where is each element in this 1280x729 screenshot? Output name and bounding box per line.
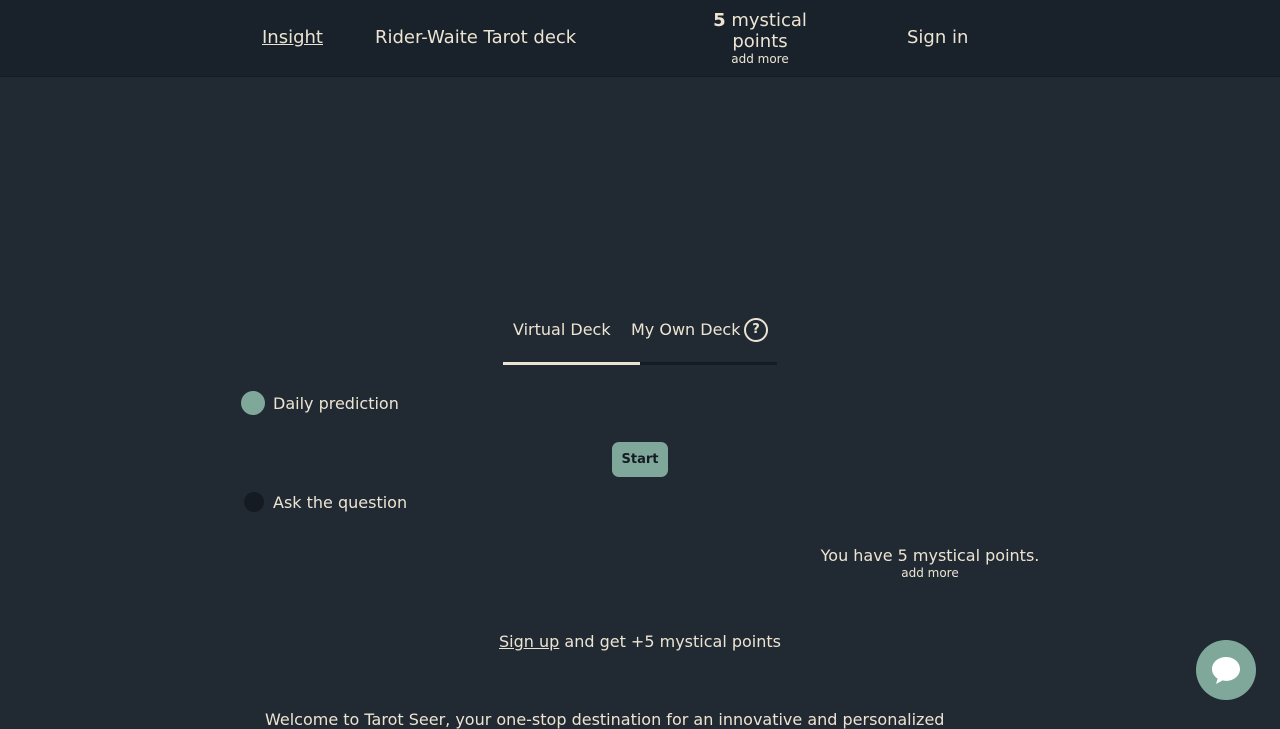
option-daily-prediction[interactable]: Daily prediction <box>241 391 399 415</box>
points-count: 5 <box>713 10 726 31</box>
start-button[interactable]: Start <box>612 442 668 477</box>
tab-active-indicator <box>503 362 640 365</box>
points-counter: 5 mystical points add more <box>700 10 820 66</box>
points-label-2: points <box>732 31 788 52</box>
tab-virtual-deck[interactable]: Virtual Deck <box>513 320 611 339</box>
points-info-text: You have 5 mystical points. <box>820 546 1040 565</box>
chat-widget-button[interactable] <box>1196 640 1256 700</box>
points-label: mystical <box>731 10 807 31</box>
nav-insight-link[interactable]: Insight <box>262 27 323 48</box>
nav-add-more-link[interactable]: add more <box>700 52 820 66</box>
radio-selected[interactable] <box>241 391 265 415</box>
ask-question-label: Ask the question <box>273 492 408 512</box>
signup-promo-text: and get +5 mystical points <box>559 632 781 651</box>
signup-promo: Sign up and get +5 mystical points <box>0 632 1280 651</box>
option-ask-question[interactable]: Ask the question <box>242 492 407 512</box>
sign-up-link[interactable]: Sign up <box>499 632 559 651</box>
sign-in-link[interactable]: Sign in <box>907 27 968 48</box>
deck-tabs: Virtual Deck My Own Deck ? <box>503 318 777 366</box>
question-circle-icon[interactable]: ? <box>744 318 768 342</box>
tab-my-own-deck[interactable]: My Own Deck <box>631 320 741 339</box>
nav-deck-link[interactable]: Rider-Waite Tarot deck <box>375 27 576 48</box>
chat-bubble-icon <box>1212 657 1240 684</box>
radio-unselected[interactable] <box>244 492 264 512</box>
top-navigation-bar: Insight Rider-Waite Tarot deck 5 mystica… <box>0 0 1280 77</box>
daily-prediction-label: Daily prediction <box>273 393 399 413</box>
points-info: You have 5 mystical points. add more <box>790 546 1070 580</box>
add-more-link[interactable]: add more <box>790 566 1070 580</box>
